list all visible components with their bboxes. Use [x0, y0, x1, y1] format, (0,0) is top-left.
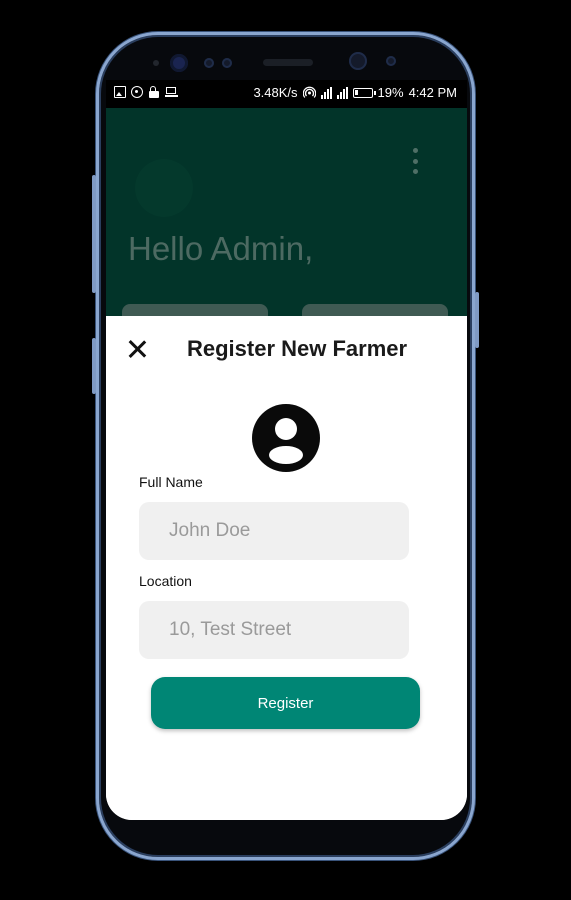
full-name-input[interactable]: [139, 502, 409, 560]
register-button[interactable]: Register: [151, 677, 420, 729]
app-screen: 3.48K/s 19% 4:42 PM Hello Admin, Registe…: [106, 80, 467, 820]
location-input[interactable]: [139, 601, 409, 659]
earpiece-speaker: [263, 59, 313, 66]
lock-icon: [148, 86, 160, 98]
hotspot-icon: [302, 86, 316, 98]
sensor-icon: [386, 56, 396, 66]
signal-icon: [320, 86, 332, 99]
iris-scanner-icon: [170, 54, 188, 72]
more-options-icon[interactable]: [411, 148, 419, 174]
status-bar: 3.48K/s 19% 4:42 PM: [106, 80, 467, 108]
network-speed: 3.48K/s: [253, 85, 298, 100]
notification-icons: [114, 86, 178, 98]
clock: 4:42 PM: [408, 85, 457, 100]
battery-level: 19%: [377, 85, 404, 100]
laptop-icon: [165, 86, 178, 98]
sensor-icon: [204, 58, 214, 68]
power-button: [475, 292, 479, 348]
close-icon[interactable]: [128, 340, 146, 358]
signal-icon: [336, 86, 348, 99]
account-circle-icon[interactable]: [252, 404, 320, 472]
sheet-title: Register New Farmer: [187, 336, 408, 361]
register-farmer-sheet: Register New Farmer Full Name Location R…: [106, 316, 467, 820]
sensor-icon: [222, 58, 232, 68]
location-label: Location: [139, 573, 192, 589]
sensor-dot: [153, 60, 159, 66]
battery-icon: [352, 87, 376, 98]
bixby-button: [92, 338, 96, 394]
gallery-icon: [114, 86, 126, 98]
sync-icon: [131, 86, 143, 98]
front-camera-icon: [349, 52, 367, 70]
greeting-text: Hello Admin,: [128, 230, 314, 267]
volume-button: [92, 175, 96, 293]
avatar: [135, 159, 193, 217]
status-right: 3.48K/s 19% 4:42 PM: [253, 85, 457, 100]
dashboard-header: Hello Admin,: [106, 108, 467, 334]
full-name-label: Full Name: [139, 474, 203, 490]
